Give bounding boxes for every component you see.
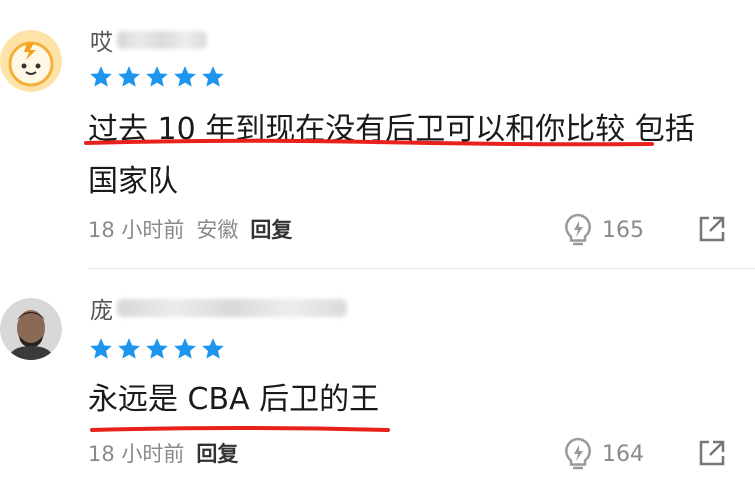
timestamp: 18 小时前 xyxy=(88,442,185,466)
lightbulb-like-icon xyxy=(565,437,591,470)
star-icon xyxy=(118,338,140,359)
username-text: 庞 xyxy=(90,298,113,324)
red-underline xyxy=(84,138,654,147)
like-button[interactable]: 165 xyxy=(562,212,644,248)
username[interactable]: 哎 xyxy=(90,26,207,56)
share-icon[interactable] xyxy=(695,436,729,470)
reply-button[interactable]: 回复 xyxy=(196,438,238,468)
rating-stars xyxy=(88,64,226,90)
timestamp: 18 小时前 xyxy=(88,218,185,242)
reply-button[interactable]: 回复 xyxy=(250,214,292,244)
star-icon xyxy=(90,338,112,359)
star-icon xyxy=(174,338,196,359)
like-button[interactable]: 164 xyxy=(562,436,644,472)
comment-item: 庞 永远是 CBA 后卫的王 18 小时前 回复 164 xyxy=(0,268,755,489)
rating-stars xyxy=(88,336,226,362)
avatar[interactable] xyxy=(0,298,62,360)
star-icon xyxy=(118,66,140,87)
star-icon xyxy=(202,66,224,87)
comment-text: 永远是 CBA 后卫的王 xyxy=(88,374,738,426)
like-count: 164 xyxy=(602,441,644,467)
star-icon xyxy=(146,338,168,359)
red-underline xyxy=(90,426,390,432)
star-icon xyxy=(174,66,196,87)
username-text: 哎 xyxy=(90,30,113,56)
username[interactable]: 庞 xyxy=(90,294,347,324)
lightbulb-like-icon xyxy=(565,213,591,246)
star-icon xyxy=(146,66,168,87)
comment-text-line: 永远是 CBA 后卫的王 xyxy=(88,382,380,417)
like-count: 165 xyxy=(602,217,644,243)
username-blur xyxy=(117,299,347,317)
username-blur xyxy=(117,31,207,49)
location: 安徽 xyxy=(196,218,239,242)
share-icon[interactable] xyxy=(695,212,729,246)
comment-text: 过去 10 年到现在没有后卫可以和你比较 包括 国家队 xyxy=(88,104,738,208)
star-icon xyxy=(90,66,112,87)
star-icon xyxy=(202,338,224,359)
avatar[interactable] xyxy=(0,30,62,92)
comment-item: 哎 过去 10 年到现在没有后卫可以和你比较 包括 国家队 18 小时前 安徽 … xyxy=(0,0,755,268)
comment-text-line: 国家队 xyxy=(88,164,178,199)
comment-meta: 18 小时前 安徽 回复 xyxy=(88,214,292,244)
comment-meta: 18 小时前 回复 xyxy=(88,438,238,468)
